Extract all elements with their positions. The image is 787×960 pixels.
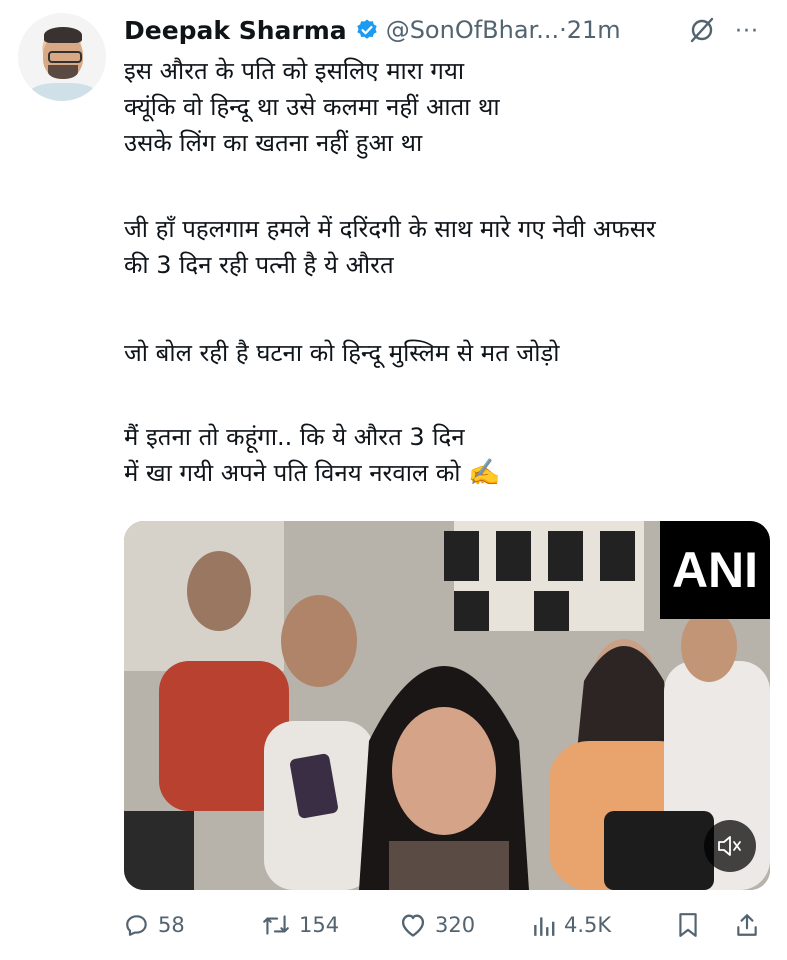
view-count: 4.5K xyxy=(564,913,612,937)
tweet-action-bar: 58 154 320 4.5K xyxy=(124,905,774,945)
heart-icon xyxy=(401,914,425,937)
author-handle[interactable]: @SonOfBhar... xyxy=(386,16,559,44)
tweet-line: में खा गयी अपने पति विनय नरवाल को xyxy=(124,459,461,487)
writing-hand-icon: ✍️ xyxy=(468,458,501,488)
ani-watermark-logo: ANI xyxy=(660,521,770,619)
tweet-header: Deepak Sharma @SonOfBhar... · 21m xyxy=(124,10,621,50)
tweet-video[interactable]: ANI xyxy=(124,521,770,890)
speaker-muted-icon xyxy=(718,836,741,856)
reply-button[interactable]: 58 xyxy=(124,905,185,945)
bookmark-icon xyxy=(679,913,697,937)
retweet-button[interactable]: 154 xyxy=(261,905,339,945)
more-options-icon[interactable]: ··· xyxy=(735,21,759,43)
views-button[interactable]: 4.5K xyxy=(532,905,611,945)
share-icon xyxy=(737,914,757,936)
tweet-line: इस औरत के पति को इसलिए मारा गया xyxy=(124,57,465,85)
reply-count: 58 xyxy=(158,913,185,937)
tweet-text: इस औरत के पति को इसलिए मारा गया क्यूंकि … xyxy=(124,53,774,493)
reply-icon xyxy=(126,915,147,936)
tweet-timestamp[interactable]: 21m xyxy=(567,16,621,44)
like-button[interactable]: 320 xyxy=(399,905,475,945)
bookmark-button[interactable] xyxy=(676,905,708,945)
retweet-count: 154 xyxy=(299,913,340,937)
author-avatar[interactable] xyxy=(18,13,106,101)
author-name[interactable]: Deepak Sharma xyxy=(124,16,347,45)
tweet-line: की 3 दिन रही पत्नी है ये औरत xyxy=(124,251,394,279)
mute-toggle-button[interactable] xyxy=(704,820,756,872)
separator-dot: · xyxy=(559,16,567,44)
retweet-icon xyxy=(263,915,289,935)
tweet-line: उसके लिंग का खतना नहीं हुआ था xyxy=(124,129,423,157)
verified-badge-icon xyxy=(355,18,379,42)
analytics-icon xyxy=(534,917,555,936)
tweet-line: क्यूंकि वो हिन्दू था उसे कलमा नहीं आता थ… xyxy=(124,93,500,121)
grok-icon[interactable] xyxy=(688,16,716,44)
tweet-line: मैं इतना तो कहूंगा.. कि ये औरत 3 दिन xyxy=(124,423,465,451)
tweet-line: जो बोल रही है घटना को हिन्दू मुस्लिम से … xyxy=(124,339,560,367)
like-count: 320 xyxy=(435,913,476,937)
share-button[interactable] xyxy=(734,905,768,945)
tweet-line: जी हाँ पहलगाम हमले में दरिंदगी के साथ मा… xyxy=(124,215,656,243)
